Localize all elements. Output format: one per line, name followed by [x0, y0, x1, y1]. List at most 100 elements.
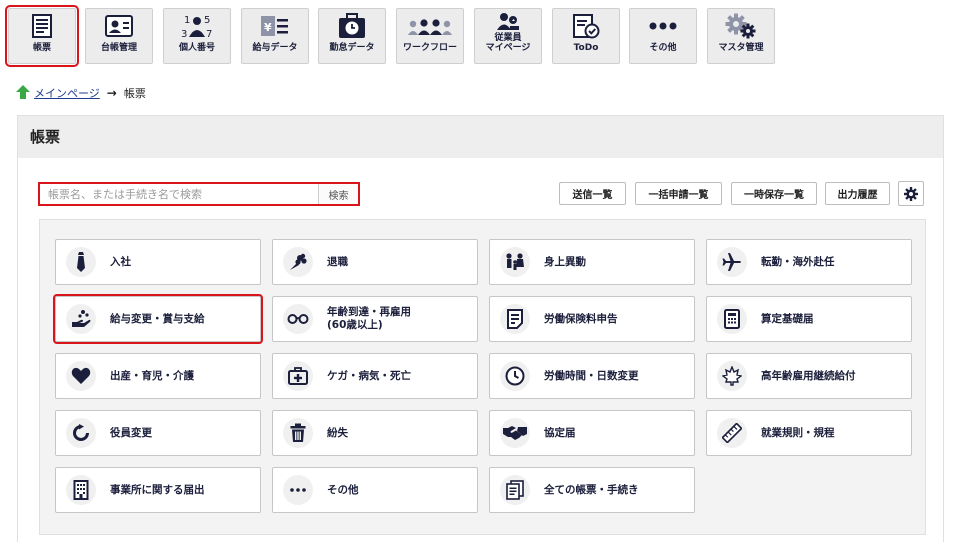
tile-personal-change[interactable]: 身上異動 — [489, 239, 695, 285]
workflow-people-icon — [397, 9, 463, 43]
tile-labor-insurance-label: 労働保険料申告 — [544, 312, 618, 325]
family-icon — [500, 247, 530, 277]
tile-all-forms[interactable]: 全ての帳票・手続き — [489, 467, 695, 513]
settings-button[interactable] — [898, 181, 924, 206]
attendance-clock-icon — [319, 9, 385, 43]
todo-check-icon — [553, 9, 619, 43]
nav-employee-mypage[interactable]: 従業員 マイページ — [474, 8, 542, 64]
tile-elderly-employment-benefit-label: 高年齢雇用継続給付 — [761, 369, 856, 382]
bulk-application-list-button[interactable]: 一括申請一覧 — [635, 182, 722, 205]
ruler-icon — [717, 418, 747, 448]
tile-salary-bonus-label: 給与変更・賞与支給 — [110, 312, 205, 325]
salary-data-icon: ¥ — [242, 9, 308, 43]
nav-workflow[interactable]: ワークフロー — [396, 8, 464, 64]
search-input[interactable] — [40, 184, 318, 204]
top-navigation: 帳票 台帳管理 1537 個人番号 ¥ 給与データ 勤怠データ ワークフロー 従 — [0, 0, 960, 72]
tile-transfer-overseas-label: 転勤・海外赴任 — [761, 255, 835, 268]
tile-injury-illness-death-label: ケガ・病気・死亡 — [327, 369, 411, 382]
ellipsis-icon — [283, 475, 313, 505]
tile-resignation-label: 退職 — [327, 255, 348, 268]
tile-officer-change[interactable]: 役員変更 — [55, 410, 261, 456]
document-list-icon — [9, 9, 75, 43]
svg-text:¥: ¥ — [264, 21, 272, 34]
necktie-icon — [66, 247, 96, 277]
nav-attendance-data[interactable]: 勤怠データ — [318, 8, 386, 64]
svg-text:7: 7 — [206, 29, 212, 39]
nav-forms[interactable]: 帳票 — [5, 5, 79, 67]
search-bar: 検索 — [38, 182, 360, 206]
gear-icon — [904, 186, 918, 201]
nav-attendance-data-label: 勤怠データ — [329, 43, 375, 53]
tile-hiring[interactable]: 入社 — [55, 239, 261, 285]
tile-all-forms-label: 全ての帳票・手続き — [544, 483, 639, 496]
gears-icon — [708, 9, 774, 43]
tile-injury-illness-death[interactable]: ケガ・病気・死亡 — [272, 353, 478, 399]
tile-age-reemployment[interactable]: 年齢到達・再雇用 (60歳以上) — [272, 296, 478, 342]
refresh-icon — [66, 418, 96, 448]
form-icon — [500, 304, 530, 334]
bouquet-icon — [283, 247, 313, 277]
tile-lost-label: 紛失 — [327, 426, 348, 439]
tile-office-notification[interactable]: 事業所に関する届出 — [55, 467, 261, 513]
nav-workflow-label: ワークフロー — [402, 43, 457, 53]
glasses-icon — [283, 304, 313, 334]
first-aid-icon — [283, 361, 313, 391]
tile-transfer-overseas[interactable]: 転勤・海外赴任 — [706, 239, 912, 285]
tile-labor-insurance[interactable]: 労働保険料申告 — [489, 296, 695, 342]
tile-officer-change-label: 役員変更 — [110, 426, 152, 439]
breadcrumb-separator: → — [106, 86, 117, 100]
tile-age-reemployment-label: 年齢到達・再雇用 (60歳以上) — [327, 306, 411, 331]
money-hand-icon — [66, 304, 96, 334]
tile-lost[interactable]: 紛失 — [272, 410, 478, 456]
nav-personal-number-label: 個人番号 — [178, 43, 215, 53]
nav-todo[interactable]: ToDo — [552, 8, 620, 64]
nav-todo-label: ToDo — [573, 43, 599, 53]
nav-ledger[interactable]: 台帳管理 — [85, 8, 153, 64]
airplane-icon — [717, 247, 747, 277]
nav-master-management-label: マスタ管理 — [718, 43, 764, 53]
tile-resignation[interactable]: 退職 — [272, 239, 478, 285]
more-dots-icon — [630, 9, 696, 43]
svg-text:3: 3 — [181, 29, 187, 39]
tile-hiring-label: 入社 — [110, 255, 131, 268]
clock-icon — [500, 361, 530, 391]
breadcrumb-current: 帳票 — [123, 87, 146, 100]
breadcrumb: メインページ → 帳票 — [16, 84, 146, 102]
id-card-icon — [86, 9, 152, 43]
output-history-button[interactable]: 出力履歴 — [825, 182, 890, 205]
page-title: 帳票 — [18, 116, 943, 158]
tile-agreement-label: 協定届 — [544, 426, 576, 439]
tile-standard-calculation[interactable]: 算定基礎届 — [706, 296, 912, 342]
home-arrow-icon — [16, 84, 30, 102]
tile-childbirth-care[interactable]: 出産・育児・介護 — [55, 353, 261, 399]
trash-icon — [283, 418, 313, 448]
nav-ledger-label: 台帳管理 — [100, 43, 137, 53]
tile-working-hours-change[interactable]: 労働時間・日数変更 — [489, 353, 695, 399]
building-icon — [66, 475, 96, 505]
tile-other[interactable]: その他 — [272, 467, 478, 513]
tile-office-notification-label: 事業所に関する届出 — [110, 483, 205, 496]
employee-mypage-icon — [475, 9, 541, 33]
nav-other-label: その他 — [649, 43, 677, 53]
svg-text:5: 5 — [204, 15, 210, 26]
nav-salary-data-label: 給与データ — [252, 43, 298, 53]
tile-work-rules-label: 就業規則・規程 — [761, 426, 835, 439]
calculator-icon — [717, 304, 747, 334]
temporary-saved-list-button[interactable]: 一時保存一覧 — [731, 182, 817, 205]
tile-salary-bonus[interactable]: 給与変更・賞与支給 — [53, 294, 263, 344]
nav-other[interactable]: その他 — [629, 8, 697, 64]
search-button[interactable]: 検索 — [318, 184, 358, 204]
nav-salary-data[interactable]: ¥ 給与データ — [241, 8, 309, 64]
forms-panel: 帳票 検索 送信一覧 一括申請一覧 一時保存一覧 出力履歴 入社 退職 身上異動… — [17, 115, 944, 542]
tile-childbirth-care-label: 出産・育児・介護 — [110, 369, 194, 382]
nav-master-management[interactable]: マスタ管理 — [707, 8, 775, 64]
tile-elderly-employment-benefit[interactable]: 高年齢雇用継続給付 — [706, 353, 912, 399]
nav-personal-number[interactable]: 1 5 3 7 個人番号 — [163, 8, 231, 64]
tile-personal-change-label: 身上異動 — [544, 255, 586, 268]
breadcrumb-main-page-link[interactable]: メインページ — [34, 85, 100, 101]
sent-list-button[interactable]: 送信一覧 — [559, 182, 626, 205]
tile-other-label: その他 — [327, 483, 359, 496]
tile-agreement[interactable]: 協定届 — [489, 410, 695, 456]
tile-work-rules[interactable]: 就業規則・規程 — [706, 410, 912, 456]
svg-text:1: 1 — [184, 15, 190, 26]
